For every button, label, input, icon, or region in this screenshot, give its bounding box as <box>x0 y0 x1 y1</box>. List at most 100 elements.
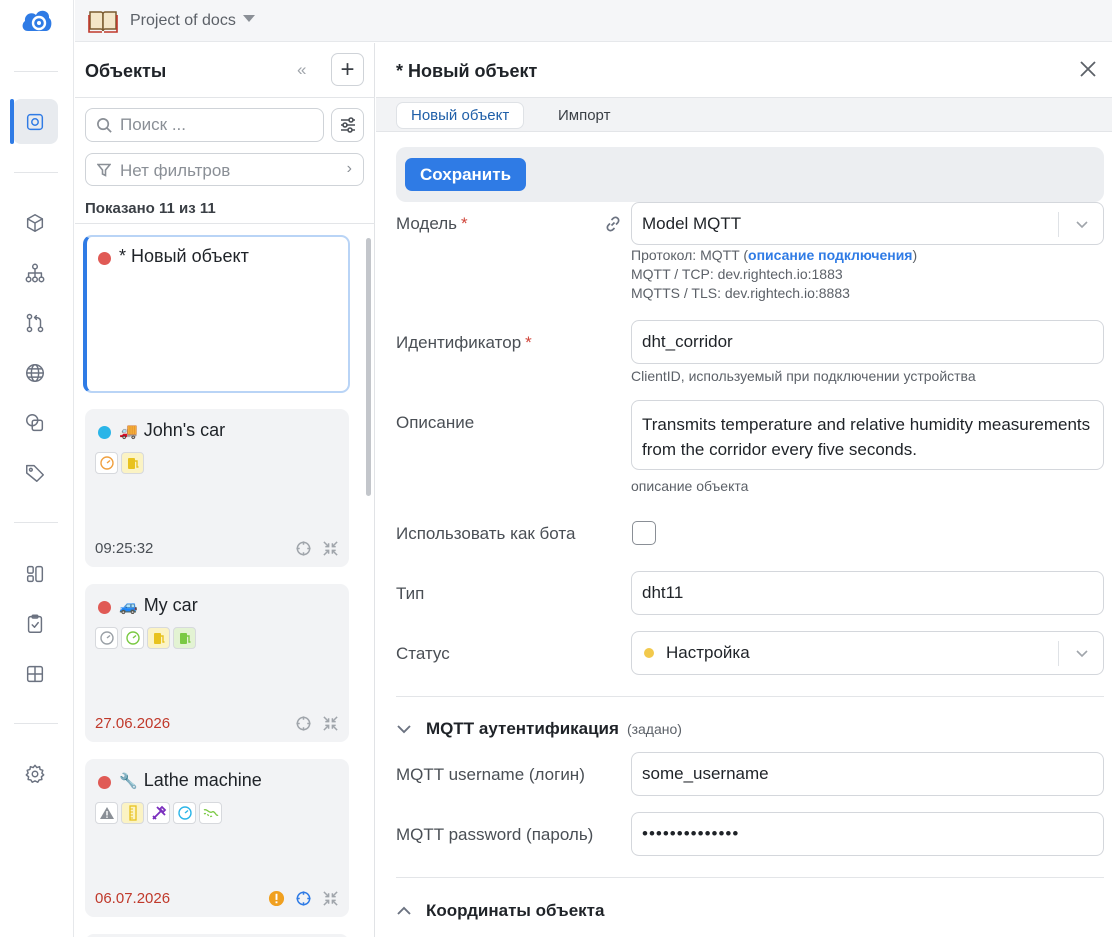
model-label-text: Модель <box>396 214 458 233</box>
gear-icon[interactable] <box>23 762 47 786</box>
grid-icon[interactable] <box>23 662 47 686</box>
mqtt-auth-section-header[interactable]: MQTT аутентификация (задано) <box>396 719 682 739</box>
clipboard-check-icon[interactable] <box>23 612 47 636</box>
object-card-new[interactable]: * Новый объект <box>83 235 350 393</box>
identifier-input[interactable]: dht_corridor <box>631 320 1104 364</box>
protocol-line: Протокол: MQTT (описание подключения) <box>631 246 917 265</box>
collapse-icon[interactable]: « <box>297 60 306 80</box>
objects-icon[interactable] <box>23 110 47 134</box>
funnel-icon <box>97 163 111 177</box>
last-seen-time: 09:25:32 <box>95 540 154 557</box>
card-actions <box>295 715 339 732</box>
list-scrollbar[interactable] <box>366 238 371 496</box>
fuel-icon <box>173 627 196 649</box>
globe-icon[interactable] <box>23 361 47 385</box>
object-title: 🔧 Lathe machine <box>119 770 262 791</box>
hierarchy-icon[interactable] <box>23 261 47 285</box>
cloud-logo-icon[interactable] <box>20 5 53 36</box>
search-input[interactable] <box>120 113 315 137</box>
object-card-my-car[interactable]: 🚙 My car 27.06.2026 <box>85 584 349 742</box>
mqtt-password-label: MQTT password (пароль) <box>396 825 594 844</box>
identifier-label: Идентификатор * <box>396 333 532 353</box>
use-as-bot-checkbox[interactable] <box>632 521 656 545</box>
git-branch-icon[interactable] <box>23 311 47 335</box>
use-as-bot-label: Использовать как бота <box>396 524 576 543</box>
mqtt-password-input[interactable]: •••••••••••••• <box>631 812 1104 856</box>
search-box <box>85 108 324 142</box>
rail-active-indicator <box>10 99 14 144</box>
divider <box>75 97 375 98</box>
coordinates-section-header[interactable]: Координаты объекта <box>396 901 604 921</box>
model-value: Model MQTT <box>642 213 742 233</box>
crosshair-icon[interactable] <box>295 715 312 732</box>
protocol-prefix: Протокол: MQTT ( <box>631 247 749 263</box>
status-dot <box>98 426 111 439</box>
filter-settings-button[interactable] <box>331 108 364 142</box>
sensor-icons <box>95 802 222 824</box>
speedometer-icon <box>173 802 196 824</box>
mqtt-username-input[interactable]: some_username <box>631 752 1104 796</box>
last-seen-time: 27.06.2026 <box>95 715 171 732</box>
panel-title: Объекты <box>85 61 167 81</box>
status-value: Настройка <box>666 643 750 662</box>
required-mark: * <box>461 214 468 233</box>
type-label: Тип <box>396 584 425 603</box>
tab-import[interactable]: Импорт <box>544 102 624 129</box>
type-input[interactable]: dht11 <box>631 571 1104 615</box>
object-title: 🚚 John's car <box>119 420 225 441</box>
divider <box>75 223 375 224</box>
tab-new-object[interactable]: Новый объект <box>396 102 525 129</box>
search-icon <box>97 118 112 133</box>
description-label: Описание <box>396 413 475 432</box>
project-selector[interactable]: Project of docs <box>130 12 236 30</box>
overlap-circles-icon[interactable] <box>23 411 47 435</box>
status-select[interactable]: Настройка <box>631 631 1104 675</box>
caret-down-icon[interactable] <box>243 15 255 22</box>
model-select[interactable]: Model MQTT <box>631 202 1104 245</box>
tag-icon[interactable] <box>23 461 47 485</box>
collapse-arrows-icon[interactable] <box>322 540 339 557</box>
wrench-icon: 🔧 <box>119 773 138 790</box>
close-icon[interactable] <box>1076 57 1100 81</box>
status-dot <box>98 776 111 789</box>
filters-selector[interactable]: Нет фильтров › <box>85 153 364 186</box>
status-dot <box>98 601 111 614</box>
select-divider <box>1058 212 1059 237</box>
add-object-button[interactable]: + <box>331 53 364 86</box>
last-seen-time: 06.07.2026 <box>95 890 171 907</box>
collapse-arrows-icon[interactable] <box>322 715 339 732</box>
object-title: 🚙 My car <box>119 595 198 616</box>
connection-docs-link[interactable]: описание подключения <box>748 247 912 263</box>
speedometer-icon <box>95 452 118 474</box>
section-title: MQTT аутентификация <box>426 719 619 738</box>
sensor-icons <box>95 452 144 474</box>
model-hint: Протокол: MQTT (описание подключения) MQ… <box>631 246 917 303</box>
object-card-johns-car[interactable]: 🚚 John's car 09:25:32 <box>85 409 349 567</box>
object-name: John's car <box>143 420 226 440</box>
status-dot <box>644 648 654 658</box>
speedometer-icon <box>121 627 144 649</box>
description-textarea[interactable]: Transmits temperature and relative humid… <box>631 400 1104 470</box>
status-dot <box>98 252 111 265</box>
truck-icon: 🚚 <box>119 423 138 440</box>
object-name: Lathe machine <box>143 770 262 790</box>
protocol-suffix: ) <box>912 247 918 263</box>
object-card-lathe-machine[interactable]: 🔧 Lathe machine 06.07.2026 <box>85 759 349 917</box>
dashboard-icon[interactable] <box>23 562 47 586</box>
shown-count: Показано 11 из 11 <box>85 200 216 217</box>
section-divider <box>396 877 1104 878</box>
chevron-down-icon <box>397 725 411 734</box>
section-title: Координаты объекта <box>426 901 605 920</box>
crosshair-icon[interactable] <box>295 540 312 557</box>
description-hint: описание объекта <box>631 478 749 494</box>
crosshair-icon[interactable] <box>295 890 312 907</box>
section-note: (задано) <box>626 721 682 737</box>
cube-icon[interactable] <box>23 211 47 235</box>
chevron-right-icon: › <box>346 160 352 177</box>
link-icon[interactable] <box>604 215 622 233</box>
model-label: Модель * <box>396 214 468 234</box>
save-button[interactable]: Сохранить <box>405 158 527 191</box>
section-divider <box>396 696 1104 697</box>
collapse-arrows-icon[interactable] <box>322 890 339 907</box>
status-label: Статус <box>396 644 450 663</box>
